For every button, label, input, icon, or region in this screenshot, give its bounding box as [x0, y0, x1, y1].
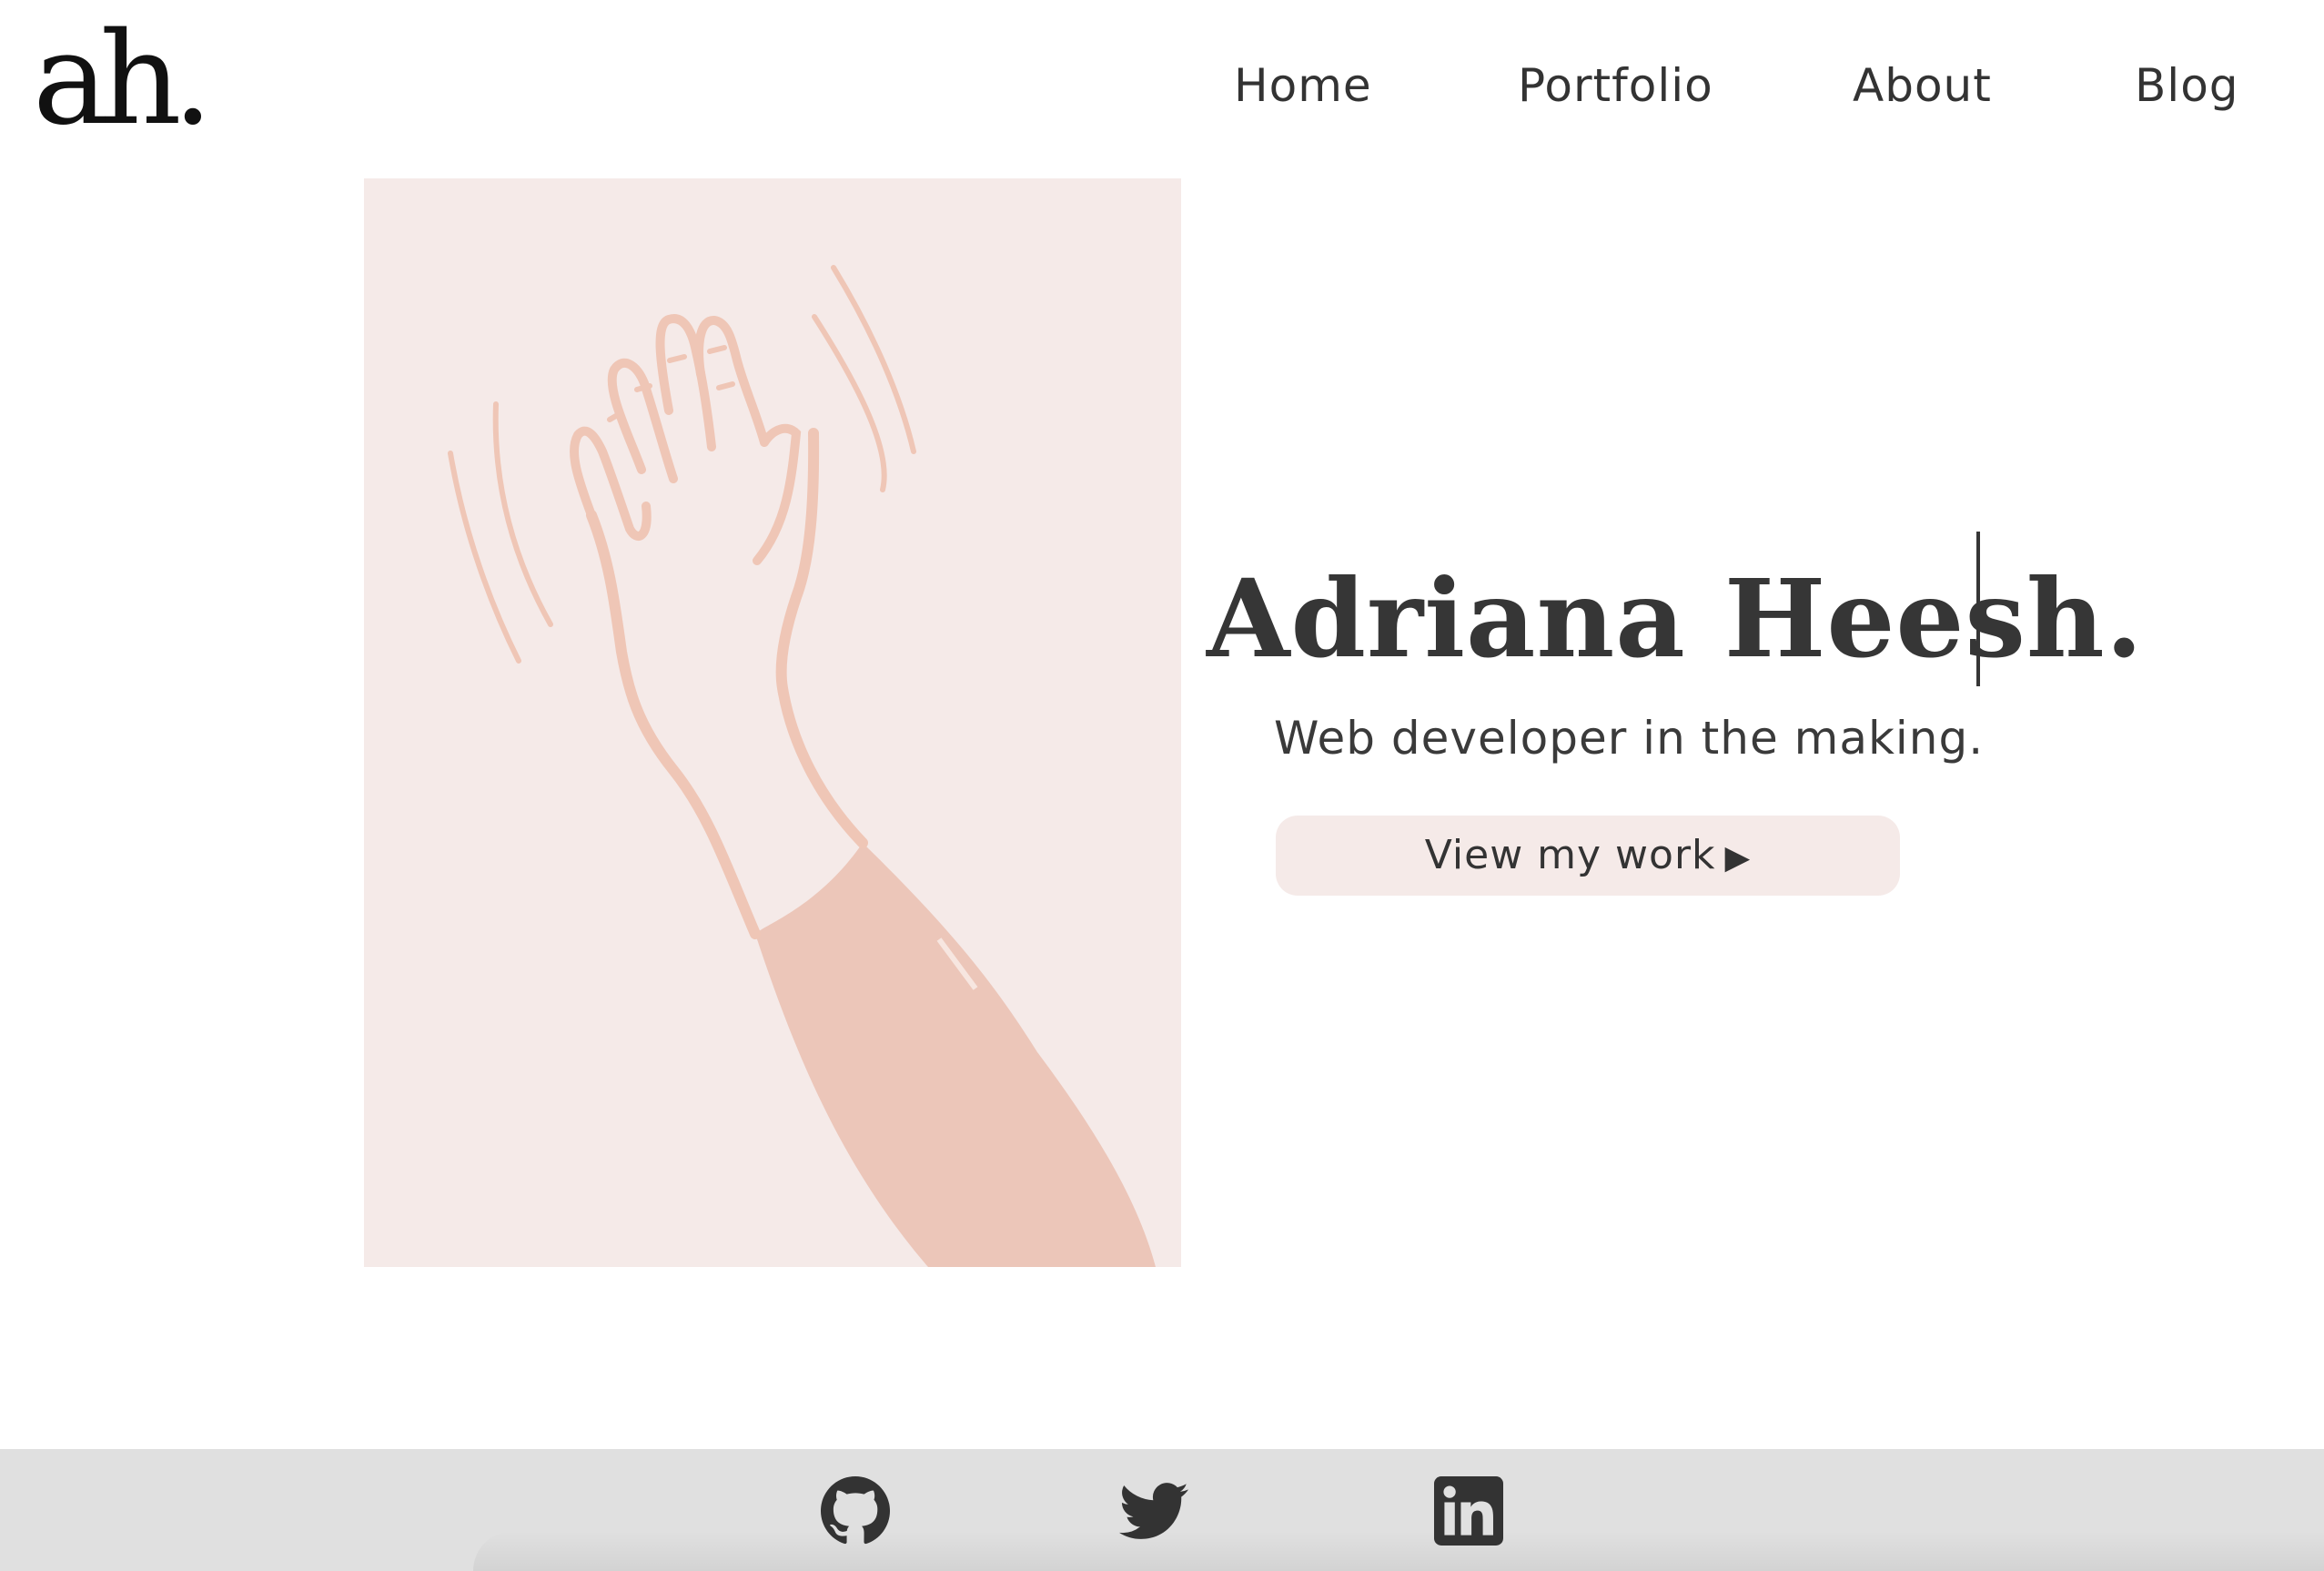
nav-link-portfolio[interactable]: Portfolio: [1518, 56, 1713, 115]
play-arrow-icon: ▶: [1724, 839, 1752, 877]
twitter-icon: [1119, 1483, 1188, 1539]
sleeve-shape: [755, 843, 1156, 1267]
nav-link-blog[interactable]: Blog: [2135, 56, 2239, 115]
twitter-link[interactable]: [1119, 1476, 1188, 1546]
footer: [0, 1449, 2324, 1571]
typing-cursor: [1976, 532, 1980, 686]
page: ah. Home Portfolio About Blog Adriana He…: [0, 0, 2324, 1571]
hero-tagline: Web developer in the making.: [1274, 712, 1985, 765]
nav-link-about[interactable]: About: [1853, 56, 1992, 115]
main-nav: Home Portfolio About Blog: [0, 56, 2324, 115]
waving-hand-illustration: [364, 178, 1181, 1267]
linkedin-link[interactable]: [1434, 1476, 1503, 1546]
github-link[interactable]: [821, 1476, 890, 1546]
nav-link-home[interactable]: Home: [1234, 56, 1372, 115]
view-my-work-button[interactable]: View my work ▶: [1276, 816, 1900, 896]
view-my-work-label: View my work: [1424, 832, 1716, 878]
hero-name-heading: Adriana Heesh.: [1207, 555, 2144, 682]
github-icon: [821, 1476, 890, 1545]
footer-shadow: [473, 1531, 2324, 1571]
linkedin-icon: [1434, 1476, 1503, 1546]
